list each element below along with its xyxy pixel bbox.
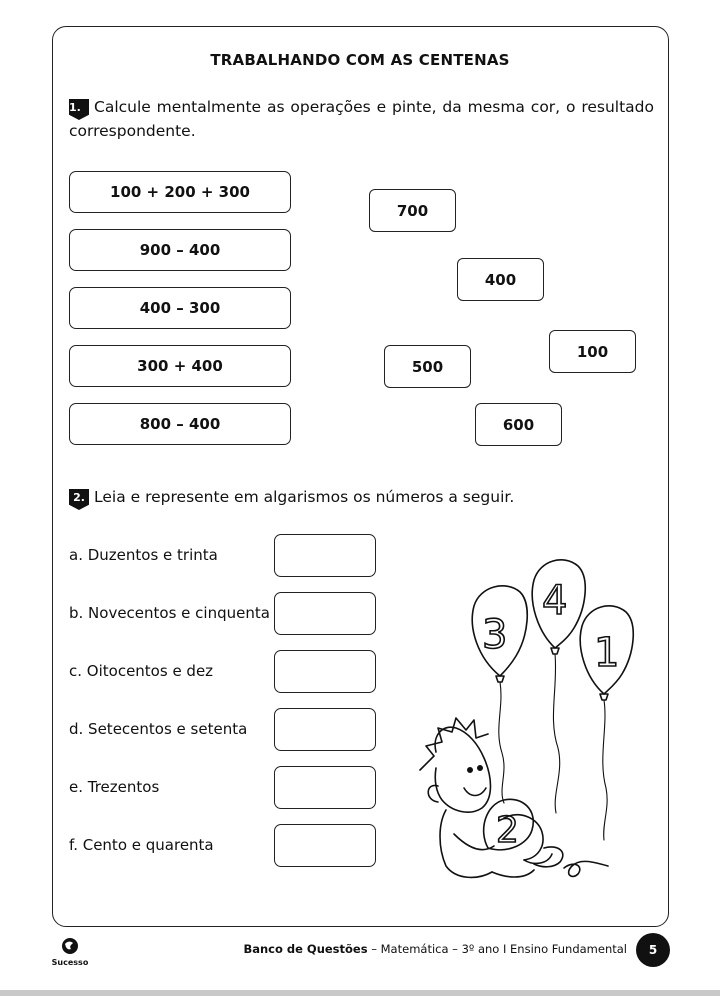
question-1-text-line2: correspondente. [69,122,196,140]
globe-icon [62,938,78,954]
result-box-600[interactable]: 600 [475,403,562,446]
item-label-b: b. Novecentos e cinquenta [69,604,270,622]
sucesso-logo: Sucesso [46,936,94,967]
question-2-text: Leia e represente em algarismos os númer… [94,488,515,506]
question-1-prompt: 1. Calcule mentalmente as operações e pin… [69,96,654,143]
answer-box-c[interactable] [274,650,376,693]
footer-rest: – Matemática – 3º ano I Ensino Fundament… [367,942,627,956]
operation-box-3[interactable]: 400 – 300 [69,287,291,329]
boy-with-balloons-illustration: 3 4 1 2 [419,559,635,879]
answer-box-e[interactable] [274,766,376,809]
result-box-500[interactable]: 500 [384,345,471,388]
question-2-number: 2. [69,489,89,510]
operation-box-1[interactable]: 100 + 200 + 300 [69,171,291,213]
operation-box-4[interactable]: 300 + 400 [69,345,291,387]
balloon-digit-3: 3 [482,612,507,658]
item-label-e: e. Trezentos [69,778,160,796]
item-label-a: a. Duzentos e trinta [69,546,218,564]
item-label-d: d. Setecentos e setenta [69,720,248,738]
footer-book-name: Banco de Questões [243,942,368,956]
balloon-digit-4: 4 [542,578,567,624]
question-1-number: 1. [69,99,89,120]
answer-box-b[interactable] [274,592,376,635]
answer-box-f[interactable] [274,824,376,867]
logo-text: Sucesso [51,958,89,967]
result-box-700[interactable]: 700 [369,189,456,232]
operation-box-5[interactable]: 800 – 400 [69,403,291,445]
balloon-digit-1: 1 [594,630,619,676]
held-balloon-digit-2: 2 [496,810,519,851]
result-box-400[interactable]: 400 [457,258,544,301]
item-label-f: f. Cento e quarenta [69,836,214,854]
question-1-text-line1: Calcule mentalmente as operações e pinte… [94,98,654,116]
result-box-100[interactable]: 100 [549,330,636,373]
answer-box-d[interactable] [274,708,376,751]
operation-box-2[interactable]: 900 – 400 [69,229,291,271]
page-number: 5 [636,933,670,967]
bottom-divider [0,990,720,996]
item-label-c: c. Oitocentos e dez [69,662,214,680]
question-2-prompt: 2. Leia e represente em algarismos os núm… [69,486,514,510]
footer-caption: Banco de Questões – Matemática – 3º ano … [243,941,627,957]
answer-box-a[interactable] [274,534,376,577]
page-title: TRABALHANDO COM AS CENTENAS [210,51,510,69]
